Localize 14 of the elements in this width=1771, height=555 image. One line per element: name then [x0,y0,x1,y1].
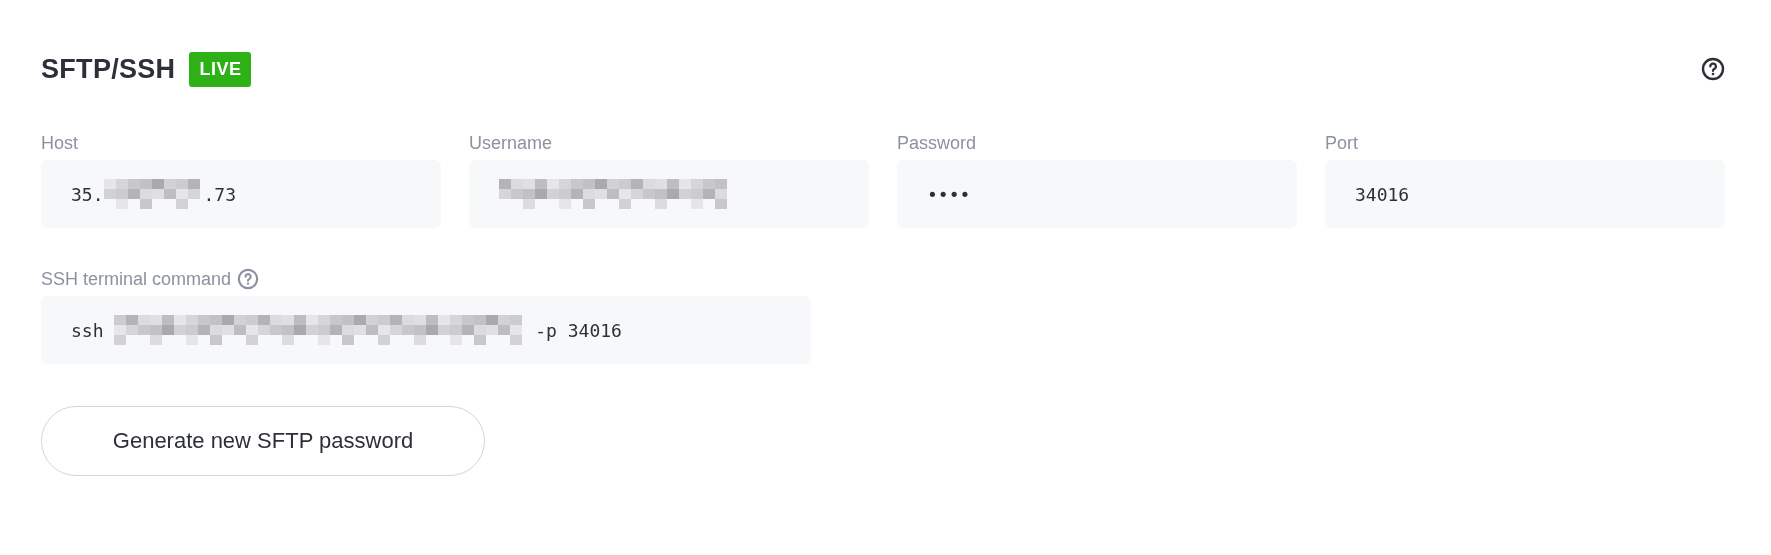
input-field[interactable] [469,160,869,228]
field-label: Password [897,132,977,154]
field-label: Host [41,132,78,154]
section-title: SFTP/SSH [41,53,176,85]
help-icon[interactable] [1701,57,1725,81]
live-badge: LIVE [189,51,252,87]
field-label: SSH terminal command [41,268,232,290]
generate-password-button[interactable]: Generate new SFTP password [41,406,485,476]
input-field[interactable]: 34016 [1325,160,1725,228]
input-field[interactable]: •••• [897,160,1297,228]
field-label: Username [469,132,553,154]
input-field[interactable]: 35. .73 [41,160,441,228]
command-field[interactable]: ssh -p 34016 [41,296,811,364]
field-label: Port [1325,132,1358,154]
